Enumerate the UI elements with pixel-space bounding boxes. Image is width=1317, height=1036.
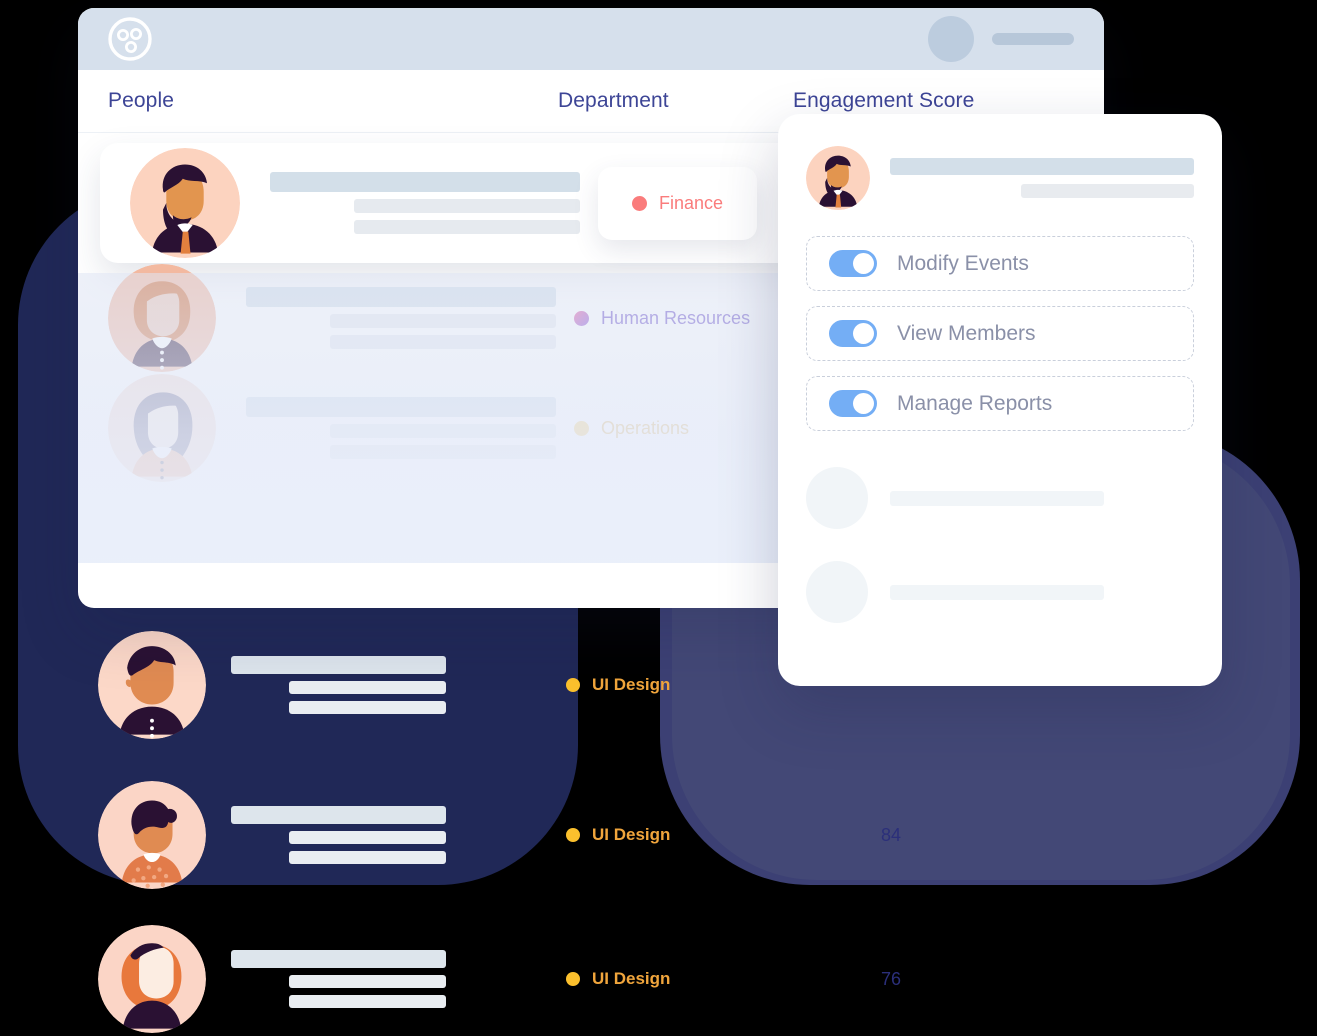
- subtitle-bar-2: [329, 445, 556, 459]
- toggle-view-members[interactable]: [829, 320, 877, 347]
- department-cell: UI Design: [566, 675, 801, 695]
- permission-label: View Members: [897, 321, 1036, 345]
- department-label: UI Design: [592, 825, 671, 844]
- permission-row-manage-reports[interactable]: Manage Reports: [806, 376, 1194, 431]
- department-label: UI Design: [592, 969, 671, 988]
- name-bar: [246, 397, 556, 417]
- name-placeholder: [270, 172, 580, 234]
- header-username-placeholder: [992, 33, 1074, 45]
- label-placeholder: [890, 490, 1104, 506]
- department-label: Operations: [601, 417, 690, 438]
- subtitle-bar-2: [329, 335, 556, 349]
- avatar: [98, 925, 206, 1033]
- name-bar: [270, 172, 580, 192]
- avatar: [98, 631, 206, 739]
- subtitle-bar-1: [289, 681, 446, 694]
- subtitle-bar-2: [353, 220, 580, 234]
- table-row[interactable]: UI Design 76: [78, 924, 1144, 1034]
- name-placeholder: [231, 806, 446, 864]
- avatar: [98, 781, 206, 889]
- department-label: Human Resources: [601, 307, 751, 328]
- permission-label: Modify Events: [897, 251, 1029, 275]
- name-placeholder: [246, 397, 556, 459]
- subtitle-bar-1: [289, 975, 446, 988]
- department-cell: UI Design: [566, 969, 801, 989]
- avatar-placeholder: [806, 561, 868, 623]
- header-user-area[interactable]: [928, 16, 1074, 62]
- toggle-manage-reports[interactable]: [829, 390, 877, 417]
- name-bar: [231, 806, 446, 824]
- name-bar: [231, 656, 446, 674]
- permission-row-modify-events[interactable]: Modify Events: [806, 236, 1194, 291]
- department-color-dot: [566, 678, 580, 692]
- avatar-placeholder: [806, 467, 868, 529]
- name-bar: [246, 287, 556, 307]
- permission-row-view-members[interactable]: View Members: [806, 306, 1194, 361]
- department-cell: UI Design: [566, 825, 801, 845]
- department-color-dot: [566, 828, 580, 842]
- permissions-popover: Modify Events View Members Manage Report…: [778, 114, 1222, 686]
- subtitle-bar-2: [289, 851, 446, 864]
- department-chip[interactable]: Finance: [598, 166, 758, 240]
- engagement-score: 76: [881, 968, 902, 989]
- subtitle-bar: [1020, 184, 1194, 198]
- name-placeholder: [231, 656, 446, 714]
- name-placeholder: [231, 950, 446, 1008]
- name-bar: [890, 158, 1194, 175]
- subtitle-bar-1: [289, 831, 446, 844]
- department-color-dot: [574, 420, 589, 436]
- department-label: UI Design: [592, 675, 671, 694]
- department-chip[interactable]: Operations: [574, 418, 689, 439]
- department-label: Finance: [659, 192, 724, 213]
- avatar: [108, 264, 216, 372]
- subtitle-bar-1: [329, 314, 556, 328]
- label-placeholder: [890, 584, 1104, 600]
- name-placeholder: [246, 287, 556, 349]
- department-chip[interactable]: UI Design: [566, 675, 670, 695]
- avatar: [806, 146, 870, 210]
- app-header: [78, 8, 1104, 70]
- department-chip[interactable]: UI Design: [566, 969, 670, 989]
- department-color-dot: [574, 310, 589, 326]
- department-color-dot: [632, 195, 647, 211]
- name-bar: [231, 950, 446, 968]
- popover-name-placeholder: [890, 158, 1194, 198]
- toggle-modify-events[interactable]: [829, 250, 877, 277]
- subtitle-bar-2: [289, 701, 446, 714]
- screenshot-stage: UI Design UI Design 84 UI Design 76 Peop…: [0, 0, 1317, 1036]
- people-group-logo-icon[interactable]: [108, 17, 152, 61]
- department-cell: Human Resources: [574, 308, 809, 329]
- department-color-dot: [566, 972, 580, 986]
- avatar[interactable]: [928, 16, 974, 62]
- subtitle-bar-1: [353, 199, 580, 213]
- list-item[interactable]: [806, 561, 1194, 623]
- column-header-department: Department: [558, 89, 669, 112]
- department-cell: Operations: [574, 418, 809, 439]
- permission-label: Manage Reports: [897, 391, 1053, 415]
- avatar: [130, 148, 240, 258]
- department-chip[interactable]: UI Design: [566, 825, 670, 845]
- engagement-score: 84: [881, 824, 902, 845]
- table-row[interactable]: UI Design 84: [78, 780, 1144, 890]
- subtitle-bar-1: [329, 424, 556, 438]
- subtitle-bar-2: [289, 995, 446, 1008]
- column-header-people: People: [108, 89, 174, 112]
- popover-user-header: [806, 146, 1194, 210]
- list-item[interactable]: [806, 467, 1194, 529]
- department-chip[interactable]: Human Resources: [574, 308, 750, 329]
- column-header-engagement-score: Engagement Score: [793, 89, 975, 112]
- avatar: [108, 374, 216, 482]
